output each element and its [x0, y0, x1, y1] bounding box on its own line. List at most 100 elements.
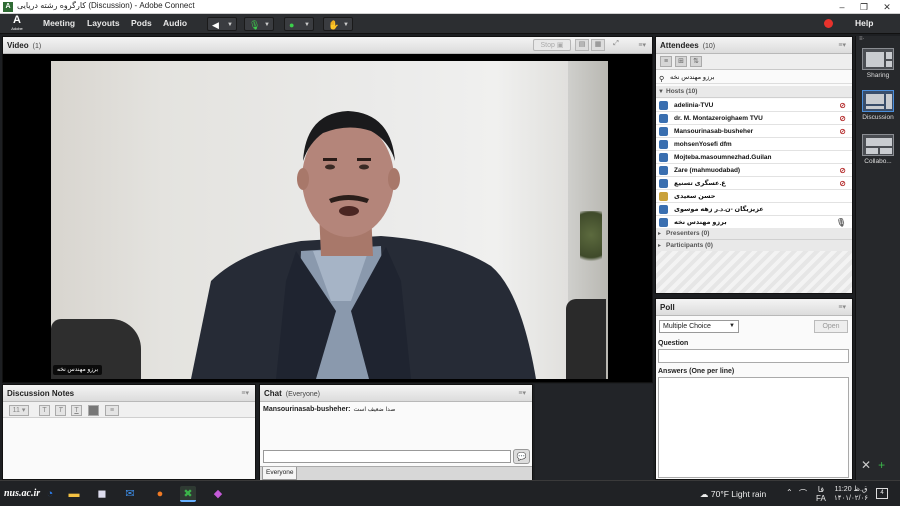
- layout-collaboration[interactable]: Collabo...: [861, 134, 895, 165]
- hosts-section-header[interactable]: ▼ Hosts (10): [656, 86, 852, 98]
- language-indicator[interactable]: فا FA: [816, 485, 826, 503]
- pod-menu-icon[interactable]: ≡▾: [241, 389, 249, 397]
- layout-sharing-label: Sharing: [866, 72, 890, 79]
- attendee-row[interactable]: mohsenYosefi dfm: [656, 138, 852, 151]
- poll-type-select[interactable]: Multiple Choice ▼: [659, 320, 739, 333]
- breakout-icon[interactable]: ⊞: [675, 56, 687, 67]
- rail-menu-icon[interactable]: ≡·: [856, 36, 900, 46]
- notifications-icon[interactable]: 4: [876, 488, 888, 499]
- bold-icon[interactable]: T: [39, 405, 50, 416]
- layout-discussion[interactable]: Discussion: [861, 90, 895, 121]
- layout-sharing[interactable]: Sharing: [861, 48, 895, 79]
- menu-layouts[interactable]: Layouts: [87, 18, 120, 28]
- status-icon: ⚲: [659, 76, 665, 83]
- pod-menu-icon[interactable]: ≡▾: [838, 303, 846, 311]
- fullscreen-icon[interactable]: ⤢: [609, 39, 623, 51]
- chat-audience: (Everyone): [285, 391, 321, 398]
- stop-webcam-button[interactable]: Stop ▣: [533, 39, 571, 51]
- pod-menu-icon[interactable]: ≡▾: [838, 41, 846, 49]
- attendee-row[interactable]: Mojteba.masoumnezhad.Guilan: [656, 151, 852, 164]
- edge-icon[interactable]: ◔: [42, 486, 58, 502]
- store-icon[interactable]: ◼: [94, 486, 110, 502]
- question-input[interactable]: [658, 349, 849, 363]
- layouts-rail: ≡· Sharing Discussion Collabo... ✕ +: [855, 36, 900, 480]
- webcam-toggle[interactable]: ● ▼: [284, 17, 314, 31]
- attendees-count: (10): [702, 43, 716, 50]
- network-icon[interactable]: ⌒: [799, 488, 807, 499]
- adobe-connect-app-icon: A: [3, 2, 13, 12]
- microphone-muted-icon: ⊘: [839, 114, 846, 123]
- maximize-button[interactable]: ❐: [852, 0, 876, 14]
- layout-discussion-label: Discussion: [862, 114, 894, 121]
- collapse-arrow-icon: ▼: [658, 89, 664, 95]
- attendees-pod-title: Attendees: [660, 41, 699, 50]
- attendee-row[interactable]: dr. M. Montazeroighaem TVU ⊘: [656, 112, 852, 125]
- pod-menu-icon[interactable]: ≡▾: [518, 389, 526, 397]
- attendee-row[interactable]: ع.عسگری تسنیع ⊘: [656, 177, 852, 190]
- menu-help[interactable]: Help: [855, 18, 873, 28]
- user-avatar-icon: [659, 179, 668, 188]
- sort-icon[interactable]: ⇅: [690, 56, 702, 67]
- italic-icon[interactable]: T: [55, 405, 66, 416]
- window-title-bar: A کارگروه رشته دریایی (Discussion) - Ado…: [0, 0, 900, 14]
- menu-meeting[interactable]: Meeting: [43, 18, 75, 28]
- bullet-list-icon[interactable]: ≡: [105, 405, 119, 416]
- chevron-down-icon: ▼: [227, 22, 233, 28]
- single-view-icon[interactable]: ▤: [575, 39, 589, 51]
- record-indicator-icon[interactable]: [824, 19, 833, 28]
- cloud-icon: ☁: [700, 489, 709, 499]
- attendee-row[interactable]: Mansourinasab-busheher ⊘: [656, 125, 852, 138]
- attendee-row[interactable]: Zare (mahmuodabad) ⊘: [656, 164, 852, 177]
- attendee-row[interactable]: حسن سعیدی: [656, 190, 852, 203]
- attendee-name: Mojteba.masoumnezhad.Guilan: [674, 154, 772, 161]
- chat-input[interactable]: [263, 450, 511, 463]
- grid-view-icon[interactable]: ▦: [591, 39, 605, 51]
- poll-pod: Poll ≡▾ Multiple Choice ▼ Open Question A…: [655, 298, 853, 480]
- expand-arrow-icon: ▸: [658, 231, 662, 237]
- paint-drop-icon[interactable]: ◆: [210, 486, 226, 502]
- settings-tools-icon[interactable]: ✕: [861, 458, 871, 472]
- open-poll-button[interactable]: Open: [814, 320, 848, 333]
- microphone-toggle[interactable]: 🎙 ▼: [244, 17, 274, 31]
- answers-textarea[interactable]: [658, 377, 849, 478]
- system-clock[interactable]: 11:20 ق.ظ ۱۴۰۱/۰۲/۰۶: [833, 485, 869, 503]
- chat-message-text: صدا ضعیف است: [353, 407, 396, 413]
- menu-audio[interactable]: Audio: [163, 18, 187, 28]
- text-color-icon[interactable]: [88, 405, 99, 416]
- close-button[interactable]: ✕: [875, 0, 899, 14]
- chat-tab-everyone[interactable]: Everyone: [262, 467, 298, 480]
- speaker-toggle[interactable]: ◀ ▼: [207, 17, 237, 31]
- mail-icon[interactable]: ✉: [122, 486, 138, 502]
- list-view-icon[interactable]: ≡: [660, 56, 672, 67]
- raise-hand-toggle[interactable]: ✋ ▼: [323, 17, 353, 31]
- attendee-row[interactable]: adelinia-TVU ⊘: [656, 99, 852, 112]
- pod-menu-icon[interactable]: ≡▾: [638, 41, 646, 49]
- my-status-row[interactable]: ⚲ برزو مهندس نخه: [656, 71, 852, 84]
- window-title: کارگروه رشته دریایی (Discussion) - Adobe…: [17, 1, 195, 10]
- attendee-name: Zare (mahmuodabad): [674, 167, 741, 174]
- tray-expand-icon[interactable]: ⌃: [786, 488, 793, 497]
- underline-icon[interactable]: T: [71, 405, 82, 416]
- chevron-down-icon: ▼: [304, 22, 310, 28]
- video-pod-title: Video: [7, 41, 29, 50]
- attendee-row[interactable]: عزیزیگان -ن.د.ر زهه موسوی: [656, 203, 852, 216]
- discussion-notes-pod: Discussion Notes ≡▾ 11 ▾ T T T ≡: [2, 384, 256, 480]
- user-avatar-icon: [659, 153, 668, 162]
- firefox-icon[interactable]: ●: [152, 486, 168, 502]
- add-layout-icon[interactable]: +: [878, 458, 885, 472]
- speech-bubble-icon: 💬: [516, 452, 527, 461]
- layout-collaboration-label: Collabo...: [864, 158, 892, 165]
- excel-icon[interactable]: ✖: [180, 486, 196, 502]
- weather-widget[interactable]: ☁ 70°F Light rain: [700, 489, 766, 500]
- minimize-button[interactable]: –: [830, 0, 854, 14]
- presenters-section-header[interactable]: ▸ Presenters (0): [656, 228, 852, 240]
- microphone-icon: 🎙: [249, 20, 261, 30]
- menu-pods[interactable]: Pods: [131, 18, 152, 28]
- microphone-muted-icon: ⊘: [839, 127, 846, 136]
- font-size-select[interactable]: 11 ▾: [9, 405, 29, 416]
- send-message-button[interactable]: 💬: [513, 449, 530, 464]
- microphone-icon: 🎙: [835, 218, 846, 227]
- file-explorer-icon[interactable]: ▬: [66, 486, 82, 502]
- chevron-down-icon: ▼: [729, 323, 735, 329]
- notes-pod-title: Discussion Notes: [7, 389, 75, 398]
